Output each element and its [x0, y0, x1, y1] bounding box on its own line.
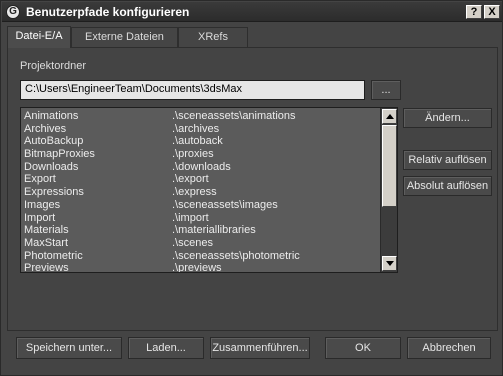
path-name: Downloads — [24, 160, 79, 173]
list-item[interactable]: Photometric .\sceneassets\photometric — [22, 250, 380, 263]
path-value: .\autoback — [172, 135, 223, 148]
list-item[interactable]: Previews .\previews — [22, 262, 380, 273]
path-value: .\express — [172, 186, 217, 199]
path-value: .\downloads — [172, 160, 231, 173]
path-value: .\materiallibraries — [172, 224, 256, 237]
path-name: Animations — [24, 110, 79, 122]
load-button[interactable]: Laden... — [128, 337, 204, 359]
path-name: Previews — [24, 262, 69, 273]
path-value: .\sceneassets\images — [172, 198, 278, 211]
list-scrollbar[interactable] — [380, 108, 397, 272]
list-item[interactable]: MaxStart .\scenes — [22, 237, 380, 250]
make-relative-button[interactable]: Relativ auflösen — [403, 150, 492, 170]
arrow-down-icon — [386, 261, 394, 266]
ok-button[interactable]: OK — [325, 337, 401, 359]
list-item[interactable]: Downloads .\downloads — [22, 161, 380, 174]
list-item[interactable]: Animations .\sceneassets\animations — [22, 110, 380, 123]
list-item[interactable]: Archives .\archives — [22, 123, 380, 136]
list-rows: Animations .\sceneassets\animations Archiv… — [22, 110, 380, 273]
dialog-window: G Benutzerpfade konfigurieren ? X Datei-… — [0, 0, 503, 376]
path-value: .\scenes — [172, 236, 213, 249]
app-icon: G — [6, 5, 20, 19]
save-as-button[interactable]: Speichern unter... — [16, 337, 122, 359]
change-button[interactable]: Ändern... — [403, 108, 492, 128]
make-absolute-button[interactable]: Absolut auflösen — [403, 176, 492, 196]
list-item[interactable]: AutoBackup .\autoback — [22, 135, 380, 148]
path-value: .\proxies — [172, 148, 214, 161]
arrow-up-icon — [386, 114, 394, 119]
user-paths-list[interactable]: Animations .\sceneassets\animations Archiv… — [20, 107, 398, 273]
list-item[interactable]: Images .\sceneassets\images — [22, 199, 380, 212]
path-value: .\sceneassets\photometric — [172, 249, 300, 262]
list-item[interactable]: Materials .\materiallibraries — [22, 224, 380, 237]
tab-externe-dateien[interactable]: Externe Dateien — [71, 27, 178, 47]
path-name: Materials — [24, 224, 69, 237]
path-value: .\export — [172, 173, 209, 186]
path-name: BitmapProxies — [24, 148, 95, 161]
path-name: Expressions — [24, 186, 84, 199]
browse-button[interactable]: ... — [371, 80, 401, 100]
path-name: Photometric — [24, 249, 83, 262]
list-item[interactable]: Export .\export — [22, 173, 380, 186]
tab-datei-ea[interactable]: Datei-E/A — [7, 26, 71, 48]
path-name: Archives — [24, 122, 67, 135]
path-value: .\archives — [172, 122, 220, 135]
path-name: MaxStart — [24, 236, 69, 249]
project-folder-field[interactable]: C:\Users\EngineerTeam\Documents\3dsMax — [20, 80, 365, 100]
path-value: .\import — [172, 211, 209, 224]
path-name: Images — [24, 198, 61, 211]
title-bar[interactable]: G Benutzerpfade konfigurieren ? X — [2, 2, 502, 22]
help-button[interactable]: ? — [466, 5, 482, 19]
path-value: .\previews — [172, 262, 222, 273]
list-item[interactable]: Import .\import — [22, 212, 380, 225]
list-item[interactable]: BitmapProxies .\proxies — [22, 148, 380, 161]
path-name: Export — [24, 173, 56, 186]
window-title: Benutzerpfade konfigurieren — [26, 5, 190, 19]
list-item[interactable]: Expressions .\express — [22, 186, 380, 199]
close-button[interactable]: X — [484, 5, 500, 19]
path-name: AutoBackup — [24, 135, 84, 148]
path-name: Import — [24, 211, 56, 224]
project-folder-label: Projektordner — [20, 60, 87, 72]
scroll-thumb[interactable] — [382, 125, 397, 207]
merge-button[interactable]: Zusammenführen... — [210, 337, 310, 359]
tab-xrefs[interactable]: XRefs — [178, 27, 248, 47]
scroll-up-button[interactable] — [382, 109, 397, 124]
cancel-button[interactable]: Abbrechen — [407, 337, 491, 359]
scroll-down-button[interactable] — [382, 256, 397, 271]
path-value: .\sceneassets\animations — [172, 110, 296, 122]
